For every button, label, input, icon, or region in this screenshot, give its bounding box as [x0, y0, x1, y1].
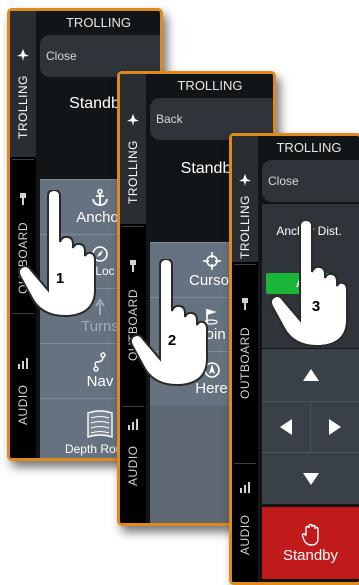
sidebar-divider [122, 406, 144, 407]
sidebar-label-audio: AUDIO [16, 384, 30, 426]
sidebar-tab-audio[interactable]: AUDIO [232, 465, 258, 581]
nav-route-icon [93, 352, 106, 372]
sidebar-divider [122, 226, 144, 227]
outboard-icon [242, 298, 248, 310]
sidebar-label-audio: AUDIO [126, 445, 140, 487]
depth-routing-icon [87, 410, 113, 438]
audio-bars-icon [128, 419, 138, 430]
trolling-motor-icon [239, 174, 251, 186]
arrow-left-button[interactable] [262, 402, 311, 453]
sidebar-tab-audio[interactable]: AUDIO [10, 315, 36, 455]
pointing-hand-icon [18, 190, 96, 318]
sidebar-divider [234, 264, 256, 265]
sidebar-label-audio: AUDIO [238, 514, 252, 556]
sidebar-tab-outboard[interactable]: OUTBOARD [232, 266, 258, 461]
step-number-1: 1 [55, 269, 65, 287]
sidebar-tab-trolling[interactable]: TROLLING [120, 74, 146, 224]
arrow-down-icon [302, 472, 319, 485]
sidebar-tab-audio[interactable]: AUDIO [120, 408, 146, 520]
turns-label: Turns [81, 318, 119, 335]
nav-label: Nav [86, 373, 114, 390]
direction-pad [262, 349, 359, 504]
panel-title: TROLLING [65, 14, 131, 30]
sidebar-label-trolling: TROLLING [16, 75, 30, 140]
pointing-hand-icon [270, 220, 348, 348]
audio-bars-icon [240, 482, 250, 493]
trolling-motor-icon [17, 49, 29, 61]
sidebar-tab-trolling[interactable]: TROLLING [232, 136, 258, 262]
close-button[interactable]: Close [262, 160, 359, 202]
arrow-down-button[interactable] [262, 453, 359, 504]
panel-title: TROLLING [276, 139, 342, 155]
sidebar-divider [12, 159, 34, 160]
sidebar-label-trolling: TROLLING [238, 195, 252, 260]
standby-button-label: Standby [282, 546, 339, 564]
arrow-up-icon [302, 369, 319, 381]
sidebar-divider [234, 463, 256, 464]
panel-content: TROLLING Close Anchor Dist. A Standby [259, 136, 359, 582]
sidebar: TROLLING OUTBOARD AUDIO [232, 136, 258, 582]
step-number-3: 3 [311, 297, 321, 315]
audio-bars-icon [18, 358, 28, 369]
trolling-motor-icon [127, 114, 139, 126]
sidebar-label-outboard: OUTBOARD [238, 327, 252, 400]
arrow-right-icon [329, 419, 341, 435]
arrow-right-button[interactable] [311, 402, 359, 453]
sidebar-label-trolling: TROLLING [126, 140, 140, 205]
panel-title: TROLLING [177, 77, 243, 93]
arrow-up-button[interactable] [262, 349, 359, 402]
arrow-left-icon [280, 419, 292, 435]
standby-button[interactable]: Standby [262, 507, 359, 579]
step-number-2: 2 [167, 331, 177, 349]
sidebar-tab-trolling[interactable]: TROLLING [10, 11, 36, 157]
hand-stop-icon [301, 523, 319, 546]
pointing-hand-icon [130, 259, 208, 387]
trolling-panel-3: TROLLING OUTBOARD AUDIO TROLLING Close A… [229, 133, 359, 585]
